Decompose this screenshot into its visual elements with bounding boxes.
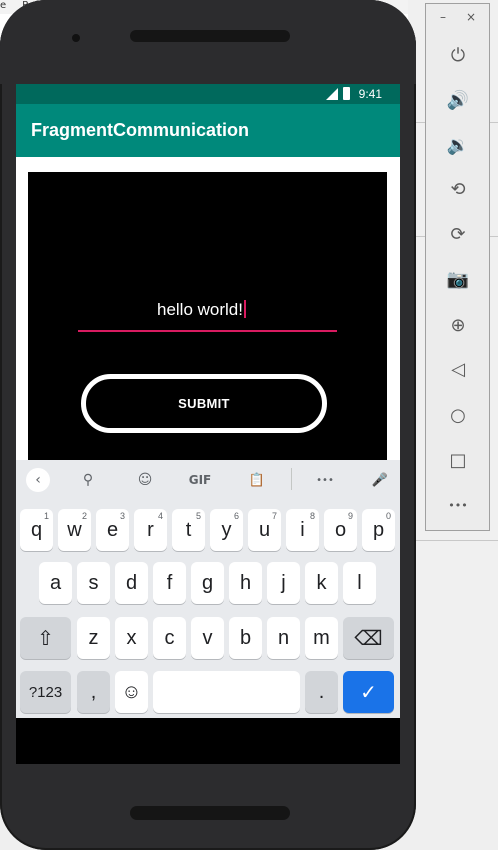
fragment-container: hello world! SUBMIT <box>28 172 387 460</box>
key-s[interactable]: s <box>77 562 110 604</box>
emoji-key-icon[interactable]: ☺ <box>115 671 148 713</box>
key-a[interactable]: a <box>39 562 72 604</box>
key-l[interactable]: l <box>343 562 376 604</box>
front-camera <box>72 34 80 42</box>
key-j[interactable]: j <box>267 562 300 604</box>
key-c[interactable]: c <box>153 617 186 659</box>
key-k[interactable]: k <box>305 562 338 604</box>
clipboard-icon[interactable]: 📋 <box>245 468 269 492</box>
activity-content: hello world! SUBMIT <box>16 157 400 460</box>
toolbar-divider <box>291 468 292 490</box>
keyboard-back-icon[interactable]: ‹ <box>26 468 50 492</box>
enter-key-icon[interactable]: ✓ <box>343 671 394 713</box>
text-cursor <box>244 300 246 318</box>
signal-icon <box>326 88 338 100</box>
minimize-icon[interactable]: – <box>440 10 446 24</box>
earpiece-speaker <box>130 30 290 42</box>
key-n[interactable]: n <box>267 617 300 659</box>
key-b[interactable]: b <box>229 617 262 659</box>
key-v[interactable]: v <box>191 617 224 659</box>
key-g[interactable]: g <box>191 562 224 604</box>
ide-menu-fragment: e <box>0 0 7 11</box>
key-p[interactable]: p0 <box>362 509 395 551</box>
rotate-left-icon[interactable]: ⟲ <box>443 174 473 204</box>
microphone-icon[interactable]: 🎤 <box>368 468 392 492</box>
power-icon[interactable]: ⏻ <box>443 40 473 70</box>
key-f[interactable]: f <box>153 562 186 604</box>
camera-icon[interactable]: 📷 <box>443 264 473 294</box>
key-t[interactable]: t5 <box>172 509 205 551</box>
rotate-right-icon[interactable]: ⟳ <box>443 219 473 249</box>
key-o[interactable]: o9 <box>324 509 357 551</box>
more-options-icon[interactable]: ••• <box>312 468 338 492</box>
app-bar: FragmentCommunication <box>16 104 400 157</box>
backspace-key-icon[interactable]: ⌫ <box>343 617 394 659</box>
close-icon[interactable]: × <box>466 10 476 24</box>
keyboard-toolbar: ‹ ⚲ ☺ GIF 📋 ••• 🎤 <box>16 460 400 500</box>
volume-down-icon[interactable]: 🔉 <box>443 130 473 160</box>
key-r[interactable]: r4 <box>134 509 167 551</box>
key-q[interactable]: q1 <box>20 509 53 551</box>
key-i[interactable]: i8 <box>286 509 319 551</box>
emulator-device-frame: 9:41 FragmentCommunication hello world! … <box>0 0 416 850</box>
device-screen[interactable]: 9:41 FragmentCommunication hello world! … <box>16 84 400 764</box>
back-icon[interactable]: ◁ <box>443 354 473 384</box>
app-title: FragmentCommunication <box>31 120 250 140</box>
status-time: 9:41 <box>358 87 382 101</box>
key-y[interactable]: y6 <box>210 509 243 551</box>
period-key[interactable]: . <box>305 671 338 713</box>
battery-icon <box>343 87 350 100</box>
key-d[interactable]: d <box>115 562 148 604</box>
status-bar: 9:41 <box>16 84 400 104</box>
emulator-toolbar: – × ⏻ 🔊 🔉 ⟲ ⟳ 📷 ⊕ ◁ ○ □ ••• <box>425 3 490 531</box>
shift-key-icon[interactable]: ⇧ <box>20 617 71 659</box>
overview-icon[interactable]: □ <box>443 445 473 475</box>
input-underline <box>78 330 337 332</box>
message-input-value: hello world! <box>157 300 243 319</box>
key-z[interactable]: z <box>77 617 110 659</box>
key-x[interactable]: x <box>115 617 148 659</box>
submit-button-label: SUBMIT <box>178 396 230 411</box>
sticker-icon[interactable]: ☺ <box>133 468 157 492</box>
key-h[interactable]: h <box>229 562 262 604</box>
comma-key[interactable]: , <box>77 671 110 713</box>
key-u[interactable]: u7 <box>248 509 281 551</box>
navigation-bar <box>16 718 400 764</box>
key-m[interactable]: m <box>305 617 338 659</box>
search-icon[interactable]: ⚲ <box>76 468 100 492</box>
spacebar[interactable] <box>153 671 300 713</box>
message-input[interactable]: hello world! <box>84 300 319 320</box>
more-icon[interactable]: ••• <box>443 490 473 520</box>
zoom-icon[interactable]: ⊕ <box>443 310 473 340</box>
gif-button[interactable]: GIF <box>184 468 216 492</box>
submit-button[interactable]: SUBMIT <box>81 374 327 433</box>
soft-keyboard: ‹ ⚲ ☺ GIF 📋 ••• 🎤 q1 w2 e3 r4 t5 y6 u7 i… <box>16 460 400 718</box>
bottom-speaker <box>130 806 290 820</box>
key-e[interactable]: e3 <box>96 509 129 551</box>
home-icon[interactable]: ○ <box>443 400 473 430</box>
key-w[interactable]: w2 <box>58 509 91 551</box>
symbols-key[interactable]: ?123 <box>20 671 71 713</box>
volume-up-icon[interactable]: 🔊 <box>443 85 473 115</box>
